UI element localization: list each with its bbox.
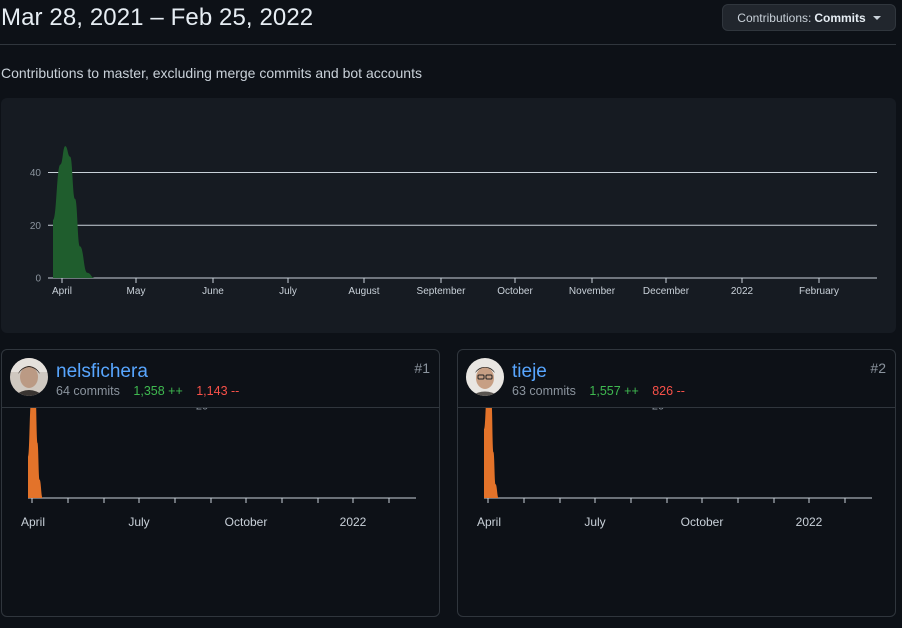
main-chart-x-tick-label: June [202,286,224,297]
contributor-chart: 20 April July October 2022 [458,408,895,616]
commit-count[interactable]: 63 commits [512,384,576,398]
header-divider [0,44,896,45]
contributor-username[interactable]: nelsfichera [56,361,148,383]
contributor-chart-svg: 20 April July October 2022 [477,408,872,529]
main-chart-svg: 0 20 40 April May June July August September Octo… [30,146,877,297]
contributor-chart-x-tick-label: July [584,515,605,529]
additions-count: 1,557 ++ [589,384,639,398]
contributor-chart-x-tick-label: April [21,515,45,529]
contributor-rank: #2 [870,360,886,376]
contributor-card: nelsfichera 64 commits 1,358 ++ 1,143 --… [1,349,440,617]
caret-down-icon [872,15,881,20]
main-chart-x-tick-label: October [497,286,533,297]
contributions-dropdown-value: Commits [814,10,866,25]
avatar[interactable] [466,358,504,396]
contributor-card-header: nelsfichera 64 commits 1,358 ++ 1,143 --… [2,350,439,408]
contributor-stats: 63 commits 1,557 ++ 826 -- [512,384,685,398]
contributor-chart-y-tick-label: 20 [196,408,208,413]
contributor-rank: #1 [414,360,430,376]
contributor-username[interactable]: tieje [512,361,547,383]
commit-count[interactable]: 64 commits [56,384,120,398]
contributor-chart-x-tick-label: 2022 [340,515,367,529]
main-chart-x-tick-label: February [799,286,839,297]
date-range-title: Mar 28, 2021 – Feb 25, 2022 [1,4,314,31]
deletions-count: 1,143 -- [196,384,240,398]
additions-count: 1,358 ++ [133,384,183,398]
main-chart-x-tick-label: December [643,286,690,297]
contributor-chart-x-tick-label: 2022 [796,515,823,529]
contributor-chart: 20 April July October 2022 [2,408,439,616]
contributor-card: tieje 63 commits 1,557 ++ 826 -- #2 20 Ap… [457,349,896,617]
main-chart-y-tick-label: 40 [30,168,42,179]
contributor-chart-x-tick-label: October [681,515,724,529]
contributor-chart-svg: 20 April July October 2022 [21,408,416,529]
contributions-dropdown-label: Contributions: [737,10,812,25]
main-chart-x-tick-label: July [279,286,297,297]
main-chart-x-tick-label: November [569,286,616,297]
avatar[interactable] [10,358,48,396]
main-chart-x-tick-label: August [348,286,379,297]
contributor-stats: 64 commits 1,358 ++ 1,143 -- [56,384,239,398]
page-header: Mar 28, 2021 – Feb 25, 2022 Contribution… [0,0,902,45]
main-contributions-chart: 0 20 40 April May June July August September Octo… [1,98,896,333]
main-chart-y-tick-label: 0 [35,274,41,285]
contributor-chart-area-series [484,408,831,498]
contributions-type-dropdown[interactable]: Contributions: Commits [722,4,896,31]
main-chart-x-tick-label: May [127,286,146,297]
contributor-chart-y-tick-label: 20 [652,408,664,413]
main-chart-x-tick-label: April [52,286,72,297]
contributor-chart-x-tick-label: April [477,515,501,529]
contributor-chart-x-tick-label: October [225,515,268,529]
contributor-card-header: tieje 63 commits 1,557 ++ 826 -- #2 [458,350,895,408]
chart-description: Contributions to master, excluding merge… [1,65,422,81]
deletions-count: 826 -- [652,384,685,398]
main-chart-x-tick-label: September [417,286,467,297]
contributor-chart-x-tick-label: July [128,515,149,529]
main-chart-x-tick-label: 2022 [731,286,754,297]
main-chart-y-tick-label: 20 [30,221,42,232]
main-chart-area-series [53,146,862,278]
contributor-chart-area-series [28,408,375,498]
